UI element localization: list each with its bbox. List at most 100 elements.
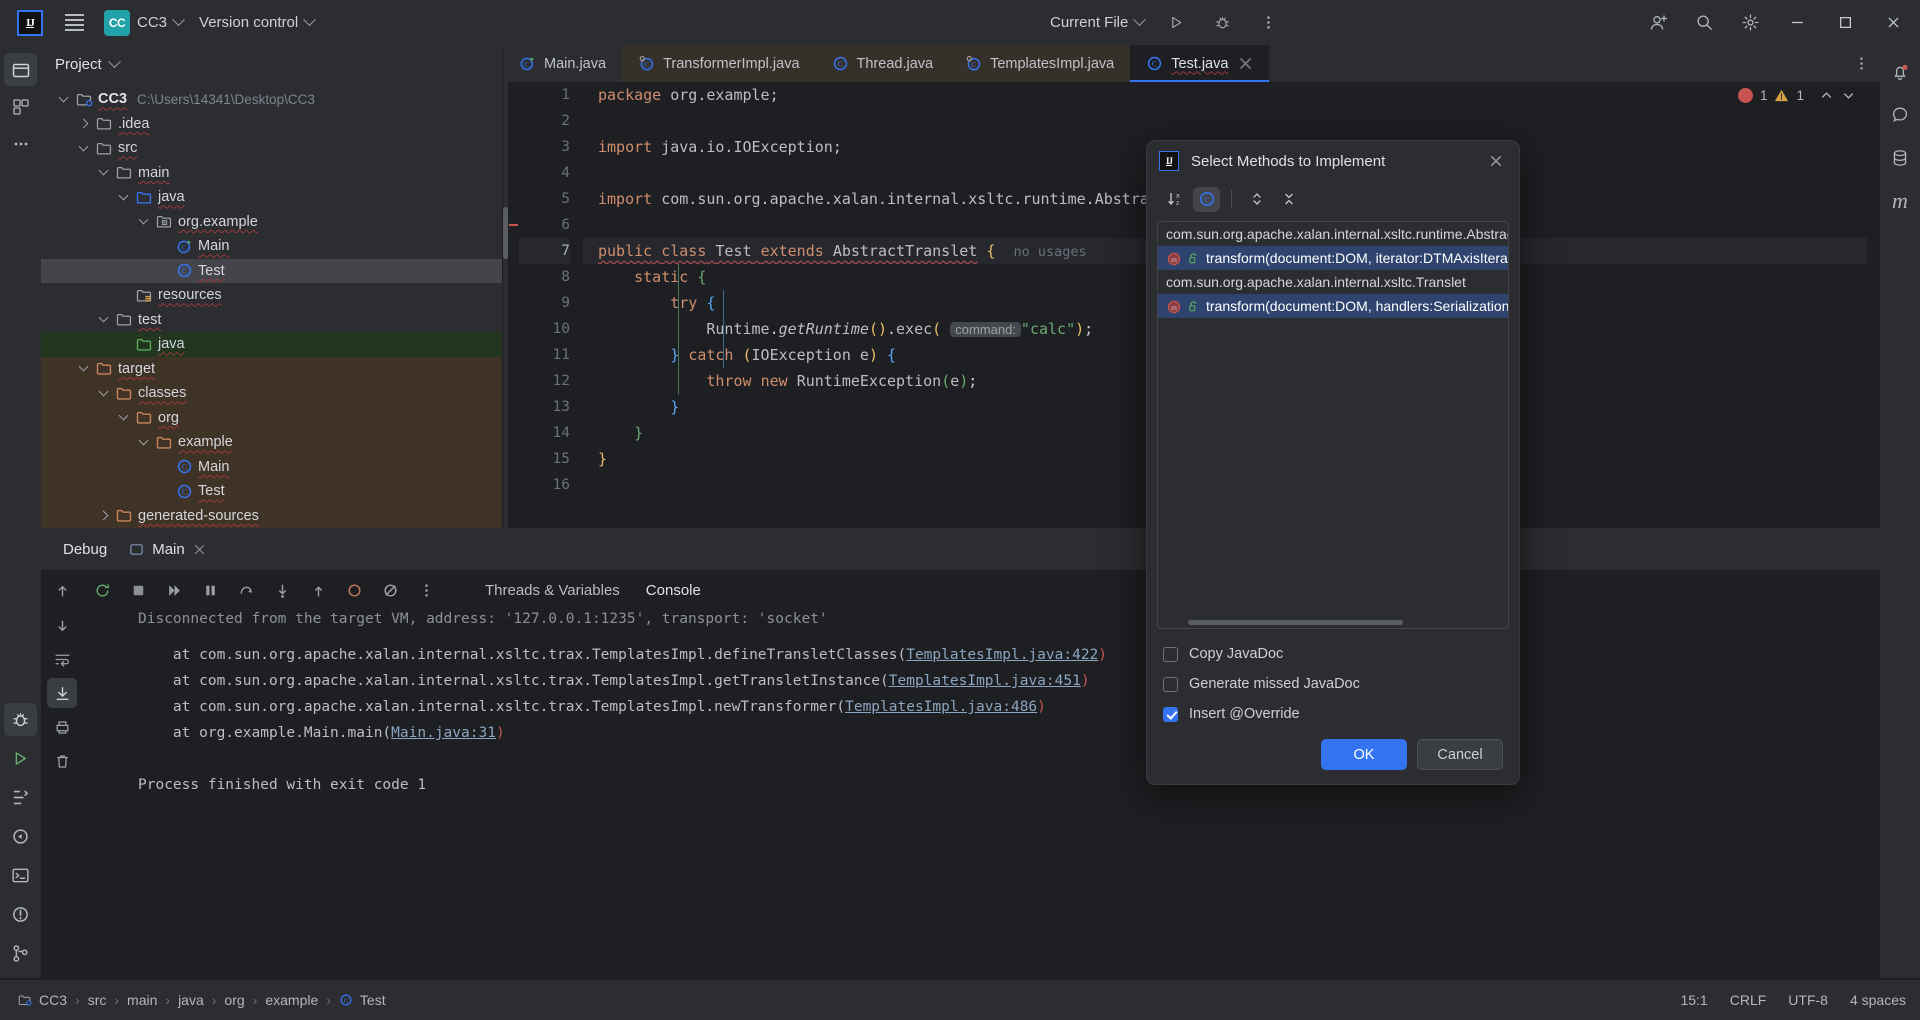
copy-javadoc-checkbox[interactable]: [1163, 646, 1178, 662]
tool-button-debug[interactable]: [4, 703, 37, 736]
soft-wrap-button[interactable]: [47, 644, 77, 674]
tab-threads-variables[interactable]: Threads & Variables: [475, 577, 630, 604]
breakpoint-gutter[interactable]: [508, 82, 519, 528]
tool-button-structure[interactable]: [4, 781, 37, 814]
option-insert-override[interactable]: Insert @Override: [1163, 699, 1503, 729]
editor-tab-test-java[interactable]: C Test.java: [1130, 45, 1270, 82]
console-stacktrace-link[interactable]: TemplatesImpl.java:486: [845, 699, 1037, 715]
next-problem-button[interactable]: [1841, 88, 1856, 103]
tree-node-resources[interactable]: resources: [41, 283, 502, 308]
editor-tabs[interactable]: C Main.java C TransformerImpl.java C Thread.j…: [503, 45, 1880, 82]
method-list-item[interactable]: m transform(document:DOM, iterator:DTMAxi…: [1158, 246, 1508, 270]
breadcrumb-item-test[interactable]: C Test: [335, 989, 390, 1011]
editor-tab-templatesimpl-java[interactable]: C TemplatesImpl.java: [949, 45, 1131, 82]
methods-horizontal-scrollbar[interactable]: [1188, 620, 1403, 625]
cancel-button[interactable]: Cancel: [1417, 739, 1503, 770]
methods-list[interactable]: com.sun.org.apache.xalan.internal.xsltc.…: [1157, 221, 1509, 629]
console-stacktrace-link[interactable]: Main.java:31: [391, 725, 496, 741]
scroll-to-end-button[interactable]: [47, 678, 77, 708]
settings-button[interactable]: [1728, 3, 1772, 43]
tree-node-test[interactable]: C Test: [41, 479, 502, 504]
editor-tab-thread-java[interactable]: C Thread.java: [815, 45, 950, 82]
chevron-down-icon[interactable]: [107, 54, 121, 68]
step-into-button[interactable]: [267, 575, 297, 605]
chevron-right-icon[interactable]: [95, 510, 111, 521]
breadcrumb-item-example[interactable]: example: [261, 989, 322, 1011]
tree-node-java[interactable]: java: [41, 185, 502, 210]
tool-button-git[interactable]: [4, 937, 37, 970]
close-icon[interactable]: [193, 543, 206, 556]
indent-setting[interactable]: 4 spaces: [1850, 992, 1906, 1008]
step-out-button[interactable]: [303, 575, 333, 605]
tree-node-main[interactable]: C Main: [41, 234, 502, 259]
editor-tab-transformerimpl-java[interactable]: C TransformerImpl.java: [622, 45, 816, 82]
file-encoding[interactable]: UTF-8: [1788, 992, 1828, 1008]
chevron-down-icon[interactable]: [95, 386, 111, 397]
tool-button-more[interactable]: [4, 127, 37, 160]
tree-node-java[interactable]: java: [41, 332, 502, 357]
view-breakpoints-button[interactable]: [375, 575, 405, 605]
account-button[interactable]: [1636, 3, 1680, 43]
ok-button[interactable]: OK: [1321, 739, 1407, 770]
chevron-down-icon[interactable]: [95, 312, 111, 323]
tab-console[interactable]: Console: [636, 577, 711, 604]
chevron-down-icon[interactable]: [115, 410, 131, 421]
tool-button-notifications[interactable]: [1884, 55, 1917, 88]
step-over-button[interactable]: [231, 575, 261, 605]
tool-button-services[interactable]: [4, 820, 37, 853]
app-logo-button[interactable]: IJ: [8, 3, 52, 43]
tool-button-project[interactable]: [4, 53, 37, 86]
tree-node-generated-sources[interactable]: generated-sources: [41, 503, 502, 528]
prev-problem-button[interactable]: [1819, 88, 1834, 103]
chevron-down-icon[interactable]: [135, 214, 151, 225]
search-everywhere-button[interactable]: [1682, 3, 1726, 43]
expand-all-button[interactable]: [1243, 187, 1270, 212]
line-separator[interactable]: CRLF: [1730, 992, 1767, 1008]
tool-button-commit[interactable]: [4, 90, 37, 123]
sort-alphabetically-button[interactable]: a z: [1161, 187, 1188, 212]
editor-scrollbar[interactable]: [1867, 82, 1880, 528]
step-down-button[interactable]: [47, 610, 77, 640]
tree-node-org[interactable]: org: [41, 405, 502, 430]
option-generate-missed-javadoc[interactable]: Generate missed JavaDoc: [1163, 669, 1503, 699]
version-control-widget[interactable]: Version control: [191, 9, 322, 36]
run-button[interactable]: [1154, 3, 1198, 43]
resume-button[interactable]: [159, 575, 189, 605]
chevron-down-icon[interactable]: [75, 141, 91, 152]
breadcrumb-item-cc3[interactable]: CC3: [14, 989, 71, 1011]
close-tab-icon[interactable]: [1238, 56, 1253, 71]
generate-missed-javadoc-checkbox[interactable]: [1163, 676, 1178, 692]
tool-button-maven[interactable]: m: [1884, 184, 1917, 217]
chevron-down-icon[interactable]: [135, 435, 151, 446]
tree-node-src[interactable]: src: [41, 136, 502, 161]
option-copy-javadoc[interactable]: Copy JavaDoc: [1163, 639, 1503, 669]
tool-button-problems[interactable]: [4, 898, 37, 931]
tree-node-cc3[interactable]: CC3 C:\Users\14341\Desktop\CC3: [41, 87, 502, 112]
chevron-down-icon[interactable]: [55, 92, 71, 103]
tool-button-database[interactable]: [1884, 141, 1917, 174]
tree-node-classes[interactable]: classes: [41, 381, 502, 406]
usage-hint[interactable]: no usages: [1013, 244, 1086, 260]
tree-node-main[interactable]: main: [41, 161, 502, 186]
breadcrumb[interactable]: CC3 › src › main › java › org › example › C Test: [14, 989, 390, 1011]
chevron-down-icon[interactable]: [95, 165, 111, 176]
editor-tab-main-java[interactable]: C Main.java: [503, 45, 622, 82]
mute-breakpoints-button[interactable]: [339, 575, 369, 605]
editor-tab-options-button[interactable]: [1853, 45, 1880, 82]
step-up-button[interactable]: [47, 576, 77, 606]
maximize-button[interactable]: [1822, 0, 1868, 45]
chevron-right-icon[interactable]: [75, 118, 91, 129]
breadcrumb-item-java[interactable]: java: [174, 989, 208, 1011]
method-list-item[interactable]: m transform(document:DOM, handlers:Serial…: [1158, 294, 1508, 318]
rerun-button[interactable]: [87, 575, 117, 605]
chevron-down-icon[interactable]: [115, 190, 131, 201]
caret-position[interactable]: 15:1: [1680, 992, 1707, 1008]
collapse-all-button[interactable]: [1275, 187, 1302, 212]
tool-button-ai-assistant[interactable]: [1884, 98, 1917, 131]
tree-node-example[interactable]: example: [41, 430, 502, 455]
print-button[interactable]: [47, 712, 77, 742]
console-stacktrace-link[interactable]: TemplatesImpl.java:451: [889, 673, 1081, 689]
project-tree[interactable]: CC3 C:\Users\14341\Desktop\CC3 .idea src mai…: [41, 83, 502, 528]
clear-all-button[interactable]: [47, 746, 77, 776]
pause-button[interactable]: [195, 575, 225, 605]
